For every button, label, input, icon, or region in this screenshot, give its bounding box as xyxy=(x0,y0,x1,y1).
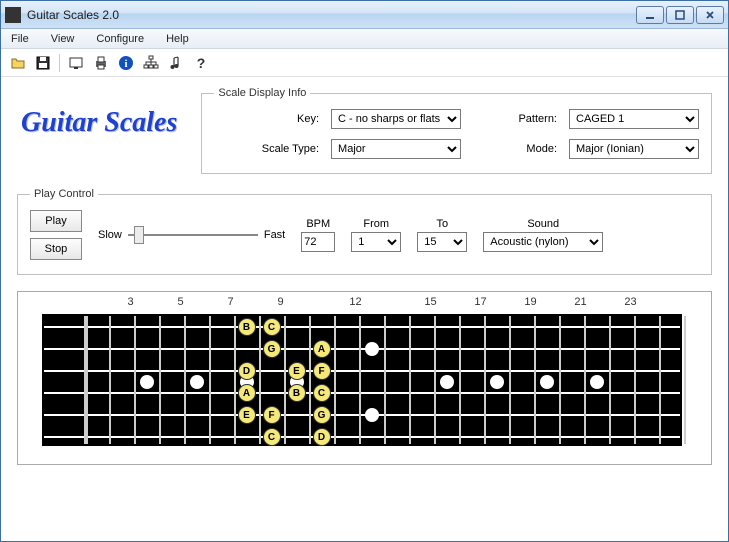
tempo-slider[interactable] xyxy=(128,225,258,245)
scale-note: B xyxy=(238,318,256,336)
stop-button[interactable]: Stop xyxy=(30,238,82,260)
pattern-select[interactable]: CAGED 1 xyxy=(569,109,699,129)
bpm-input[interactable] xyxy=(301,232,335,252)
scale-display-info: Scale Display Info Key: C - no sharps or… xyxy=(201,87,712,174)
to-label: To xyxy=(436,218,448,230)
close-button[interactable] xyxy=(696,6,724,24)
scale-note: D xyxy=(238,362,256,380)
content-area: Guitar Scales Scale Display Info Key: C … xyxy=(1,77,728,475)
scale-info-legend: Scale Display Info xyxy=(214,87,310,99)
fretboard-container: 3579121517192123 BCGADEFABCEFGCD xyxy=(17,291,712,465)
scale-note: C xyxy=(263,318,281,336)
screen-icon[interactable] xyxy=(67,54,85,72)
scale-note: G xyxy=(263,340,281,358)
save-icon[interactable] xyxy=(34,54,52,72)
bpm-label: BPM xyxy=(306,218,330,230)
slow-label: Slow xyxy=(98,229,122,241)
pattern-label: Pattern: xyxy=(471,113,559,125)
sound-select[interactable]: Acoustic (nylon) xyxy=(483,232,603,252)
music-icon[interactable] xyxy=(167,54,185,72)
scale-note: C xyxy=(313,384,331,402)
info-icon[interactable]: i xyxy=(117,54,135,72)
scale-note: G xyxy=(313,406,331,424)
menu-file[interactable]: File xyxy=(7,31,33,47)
hierarchy-icon[interactable] xyxy=(142,54,160,72)
fast-label: Fast xyxy=(264,229,285,241)
scale-note: E xyxy=(288,362,306,380)
scale-note: F xyxy=(263,406,281,424)
scale-note: C xyxy=(263,428,281,446)
app-window: Guitar Scales 2.0 File View Configure He… xyxy=(0,0,729,542)
scale-note: B xyxy=(288,384,306,402)
scale-note: A xyxy=(238,384,256,402)
window-buttons xyxy=(636,6,724,24)
mode-select[interactable]: Major (Ionian) xyxy=(569,139,699,159)
brand-title: Guitar Scales xyxy=(17,87,181,139)
scale-note: F xyxy=(313,362,331,380)
menu-view[interactable]: View xyxy=(47,31,79,47)
svg-text:?: ? xyxy=(197,55,206,71)
titlebar: Guitar Scales 2.0 xyxy=(1,1,728,29)
key-select[interactable]: C - no sharps or flats xyxy=(331,109,461,129)
open-icon[interactable] xyxy=(9,54,27,72)
sound-label: Sound xyxy=(527,218,559,230)
scale-note: A xyxy=(313,340,331,358)
menubar: File View Configure Help xyxy=(1,29,728,49)
from-label: From xyxy=(363,218,389,230)
from-select[interactable]: 1 xyxy=(351,232,401,252)
print-icon[interactable] xyxy=(92,54,110,72)
menu-configure[interactable]: Configure xyxy=(92,31,148,47)
help-icon[interactable]: ? xyxy=(192,54,210,72)
svg-text:i: i xyxy=(124,58,127,70)
play-control-legend: Play Control xyxy=(30,188,98,200)
menu-help[interactable]: Help xyxy=(162,31,193,47)
minimize-button[interactable] xyxy=(636,6,664,24)
to-select[interactable]: 15 xyxy=(417,232,467,252)
play-control: Play Control Play Stop Slow Fast BPM xyxy=(17,188,712,275)
scale-note: D xyxy=(313,428,331,446)
mode-label: Mode: xyxy=(471,143,559,155)
play-button[interactable]: Play xyxy=(30,210,82,232)
fretboard: BCGADEFABCEFGCD xyxy=(42,314,682,446)
scale-note: E xyxy=(238,406,256,424)
app-icon xyxy=(5,7,21,23)
scaletype-label: Scale Type: xyxy=(214,143,321,155)
separator xyxy=(59,54,60,72)
scaletype-select[interactable]: Major xyxy=(331,139,461,159)
key-label: Key: xyxy=(214,113,321,125)
window-title: Guitar Scales 2.0 xyxy=(27,8,636,22)
fret-number-row: 3579121517192123 xyxy=(28,296,701,310)
toolbar: i ? xyxy=(1,49,728,77)
maximize-button[interactable] xyxy=(666,6,694,24)
